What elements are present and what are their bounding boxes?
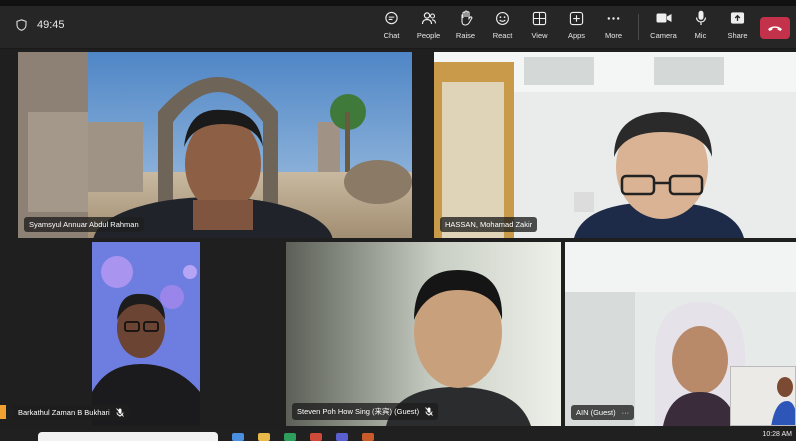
people-label: People <box>416 31 441 40</box>
react-button[interactable]: React <box>486 6 520 48</box>
raise-hand-button[interactable]: Raise <box>449 6 483 48</box>
participant-name: Syamsyul Annuar Abdul Rahman <box>29 220 139 229</box>
share-button[interactable]: Share <box>721 6 755 48</box>
mic-button[interactable]: Mic <box>684 6 718 48</box>
meeting-toolbar: 49:45 Chat People Raise React View Apps … <box>0 6 796 49</box>
video-tile[interactable]: Barkathul Zaman B Bukhari <box>7 242 282 426</box>
apps-label: Apps <box>567 31 586 40</box>
self-view-video <box>731 367 795 425</box>
participant-name: AIN (Guest) <box>576 408 616 417</box>
participant-video-background <box>7 242 282 426</box>
taskbar-app-icon[interactable] <box>310 433 322 441</box>
video-tile[interactable]: Syamsyul Annuar Abdul Rahman <box>18 52 412 238</box>
toolbar-actions: Chat People Raise React View Apps More C… <box>373 6 796 48</box>
taskbar-app-icon[interactable] <box>284 433 296 441</box>
leave-button[interactable] <box>760 17 790 39</box>
video-tile[interactable]: AIN (Guest) ··· <box>565 242 796 426</box>
participant-name: Steven Poh How Sing (来宾) (Guest) <box>297 407 420 416</box>
view-icon <box>532 10 548 26</box>
toolbar-divider <box>638 14 639 40</box>
view-label: View <box>531 31 548 40</box>
react-label: React <box>492 31 513 40</box>
participant-name-tag: AIN (Guest) ··· <box>571 405 635 420</box>
people-button[interactable]: People <box>412 6 446 48</box>
more-icon <box>606 10 622 26</box>
participant-more-options[interactable]: ··· <box>622 408 630 417</box>
react-icon <box>495 10 511 26</box>
meeting-timer: 49:45 <box>16 19 65 31</box>
participant-video-background <box>18 52 412 238</box>
mic-label: Mic <box>694 31 707 40</box>
participant-name-tag: Steven Poh How Sing (来宾) (Guest) <box>292 403 439 420</box>
video-tile[interactable]: HASSAN, Mohamad Zakir <box>434 52 796 238</box>
camera-button[interactable]: Camera <box>647 6 681 48</box>
video-tile[interactable]: Steven Poh How Sing (来宾) (Guest) <box>286 242 561 426</box>
taskbar-app-icons <box>232 433 374 441</box>
camera-icon <box>656 10 672 26</box>
taskbar-app-icon[interactable] <box>232 433 244 441</box>
share-icon <box>730 10 746 26</box>
participant-name-tag: Barkathul Zaman B Bukhari <box>13 405 129 420</box>
taskbar-clock[interactable]: 10:28 AM <box>762 431 792 438</box>
self-view-preview[interactable] <box>730 366 796 426</box>
mic-icon <box>693 10 709 26</box>
chat-label: Chat <box>383 31 400 40</box>
taskbar-notification-edge <box>0 405 6 419</box>
participant-video-background <box>286 242 561 426</box>
apps-button[interactable]: Apps <box>560 6 594 48</box>
taskbar-app-icon[interactable] <box>258 433 270 441</box>
more-button[interactable]: More <box>597 6 631 48</box>
windows-taskbar: 10:28 AM <box>0 430 796 441</box>
hang-up-icon <box>767 19 783 37</box>
participant-name: Barkathul Zaman B Bukhari <box>18 408 110 417</box>
apps-icon <box>569 10 585 26</box>
taskbar-app-icon[interactable] <box>362 433 374 441</box>
mic-muted-icon <box>425 407 433 416</box>
more-label: More <box>604 31 623 40</box>
participant-name-tag: Syamsyul Annuar Abdul Rahman <box>24 217 144 232</box>
camera-label: Camera <box>650 31 677 40</box>
chat-icon <box>384 10 400 26</box>
mic-muted-icon <box>115 408 124 417</box>
shield-icon <box>16 19 27 31</box>
view-button[interactable]: View <box>523 6 557 48</box>
people-icon <box>421 10 437 26</box>
raise-hand-icon <box>458 10 474 26</box>
participant-name-tag: HASSAN, Mohamad Zakir <box>440 217 538 232</box>
share-label: Share <box>727 31 748 40</box>
participant-name: HASSAN, Mohamad Zakir <box>445 220 533 229</box>
taskbar-app-icon[interactable] <box>336 433 348 441</box>
raise-label: Raise <box>455 31 476 40</box>
taskbar-search-box[interactable] <box>38 432 218 441</box>
elapsed-time: 49:45 <box>37 19 65 31</box>
chat-button[interactable]: Chat <box>375 6 409 48</box>
participant-video-background <box>434 52 796 238</box>
